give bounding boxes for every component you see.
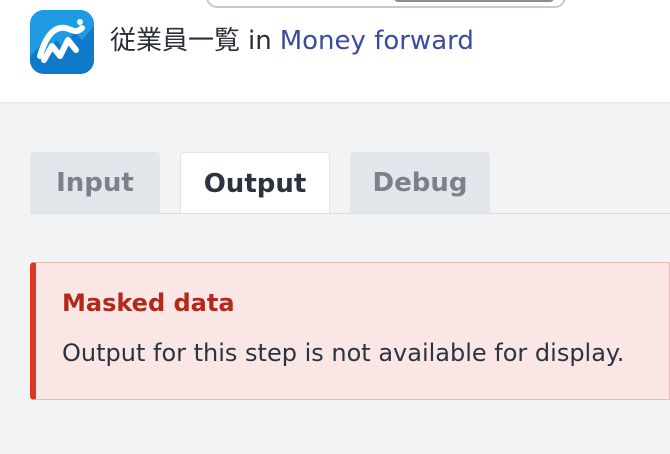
top-pill-indicator <box>394 0 554 2</box>
tabs-divider <box>30 213 670 214</box>
connector-app-link[interactable]: Money forward <box>280 24 474 58</box>
masked-data-alert: Masked data Output for this step is not … <box>30 262 670 400</box>
tab-output-label: Output <box>203 168 307 199</box>
connector-title: 従業員一覧 in Money forward <box>110 24 474 58</box>
page: 従業員一覧 in Money forward Input Output Debu… <box>0 0 670 454</box>
tab-debug-label: Debug <box>372 168 468 198</box>
top-pill[interactable] <box>206 0 566 8</box>
tab-debug[interactable]: Debug <box>350 152 490 214</box>
tabs: Input Output Debug <box>30 152 670 214</box>
tab-output[interactable]: Output <box>180 152 330 214</box>
page-header: 従業員一覧 in Money forward <box>0 0 670 102</box>
alert-message: Output for this step is not available fo… <box>62 339 625 367</box>
alert-title: Masked data <box>62 289 235 317</box>
tab-input-label: Input <box>56 168 134 198</box>
money-forward-logo-icon <box>30 10 94 74</box>
tab-input[interactable]: Input <box>30 152 160 214</box>
connector-in: in <box>248 26 272 56</box>
connector-name: 従業員一覧 <box>110 26 241 56</box>
